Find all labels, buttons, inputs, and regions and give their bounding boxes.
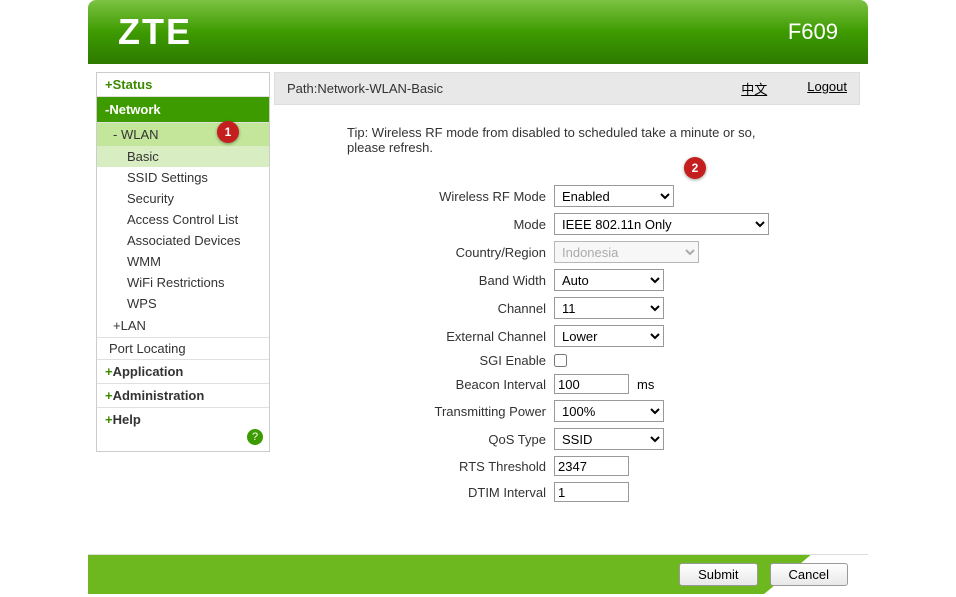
logo: ZTE <box>118 11 192 53</box>
sidebar-item-status[interactable]: Status <box>97 73 269 97</box>
sgi-checkbox[interactable] <box>554 354 567 367</box>
rts-input[interactable] <box>554 456 629 476</box>
ext-channel-select[interactable]: Lower <box>554 325 664 347</box>
sidebar-item-ssid-settings[interactable]: SSID Settings <box>97 167 269 188</box>
annotation-1: 1 <box>217 121 239 143</box>
network-label: Network <box>109 102 160 117</box>
dtim-label: DTIM Interval <box>304 485 554 500</box>
sidebar-item-basic[interactable]: Basic <box>97 146 269 167</box>
help-label: Help <box>113 412 141 427</box>
bandwidth-label: Band Width <box>304 273 554 288</box>
path-label: Path: <box>287 81 317 96</box>
cancel-button[interactable]: Cancel <box>770 563 848 586</box>
status-label: Status <box>113 77 153 92</box>
tx-power-select[interactable]: 100% <box>554 400 664 422</box>
breadcrumb: Path:Network-WLAN-Basic <box>287 81 443 96</box>
country-select: Indonesia <box>554 241 699 263</box>
beacon-input[interactable] <box>554 374 629 394</box>
language-link[interactable]: 中文 <box>741 79 767 98</box>
sidebar-item-wps[interactable]: WPS <box>97 293 269 314</box>
country-label: Country/Region <box>304 245 554 260</box>
sidebar-item-wmm[interactable]: WMM <box>97 251 269 272</box>
annotation-2: 2 <box>684 157 706 179</box>
path-value: Network-WLAN-Basic <box>317 81 443 96</box>
lan-label: LAN <box>121 318 146 333</box>
beacon-unit: ms <box>637 377 654 392</box>
breadcrumb-bar: Path:Network-WLAN-Basic 中文 Logout <box>274 72 860 105</box>
sidebar-item-network[interactable]: Network <box>97 97 269 123</box>
wireless-rf-mode-select[interactable]: Enabled <box>554 185 674 207</box>
sidebar-item-help[interactable]: Help <box>97 408 269 431</box>
channel-select[interactable]: 11 <box>554 297 664 319</box>
sidebar: Status Network WLAN 1 Basic SSID Setting… <box>88 64 270 554</box>
header-bar: ZTE F609 <box>88 0 868 64</box>
logout-link[interactable]: Logout <box>807 79 847 98</box>
ext-channel-label: External Channel <box>304 329 554 344</box>
wireless-rf-mode-label: Wireless RF Mode <box>304 189 554 204</box>
sidebar-item-administration[interactable]: Administration <box>97 384 269 408</box>
wlan-label: WLAN <box>121 127 159 142</box>
sidebar-item-wlan[interactable]: WLAN 1 <box>97 123 269 146</box>
channel-label: Channel <box>304 301 554 316</box>
qos-select[interactable]: SSID <box>554 428 664 450</box>
sidebar-item-application[interactable]: Application <box>97 360 269 384</box>
help-icon[interactable]: ? <box>247 429 263 445</box>
mode-label: Mode <box>304 217 554 232</box>
rts-label: RTS Threshold <box>304 459 554 474</box>
sgi-label: SGI Enable <box>304 353 554 368</box>
application-label: Application <box>113 364 184 379</box>
model-number: F609 <box>788 19 838 45</box>
submit-button[interactable]: Submit <box>679 563 757 586</box>
qos-label: QoS Type <box>304 432 554 447</box>
sidebar-item-acl[interactable]: Access Control List <box>97 209 269 230</box>
administration-label: Administration <box>113 388 205 403</box>
tip-text: Tip: Wireless RF mode from disabled to s… <box>347 125 787 155</box>
sidebar-item-security[interactable]: Security <box>97 188 269 209</box>
mode-select[interactable]: IEEE 802.11n Only <box>554 213 769 235</box>
tx-power-label: Transmitting Power <box>304 404 554 419</box>
main-panel: Path:Network-WLAN-Basic 中文 Logout Tip: W… <box>270 64 868 554</box>
sidebar-item-port-locating[interactable]: Port Locating <box>97 337 269 360</box>
sidebar-item-lan[interactable]: LAN <box>97 314 269 337</box>
footer-bar: Submit Cancel <box>88 554 868 594</box>
bandwidth-select[interactable]: Auto <box>554 269 664 291</box>
dtim-input[interactable] <box>554 482 629 502</box>
beacon-label: Beacon Interval <box>304 377 554 392</box>
sidebar-item-wifi-restrictions[interactable]: WiFi Restrictions <box>97 272 269 293</box>
sidebar-item-associated-devices[interactable]: Associated Devices <box>97 230 269 251</box>
